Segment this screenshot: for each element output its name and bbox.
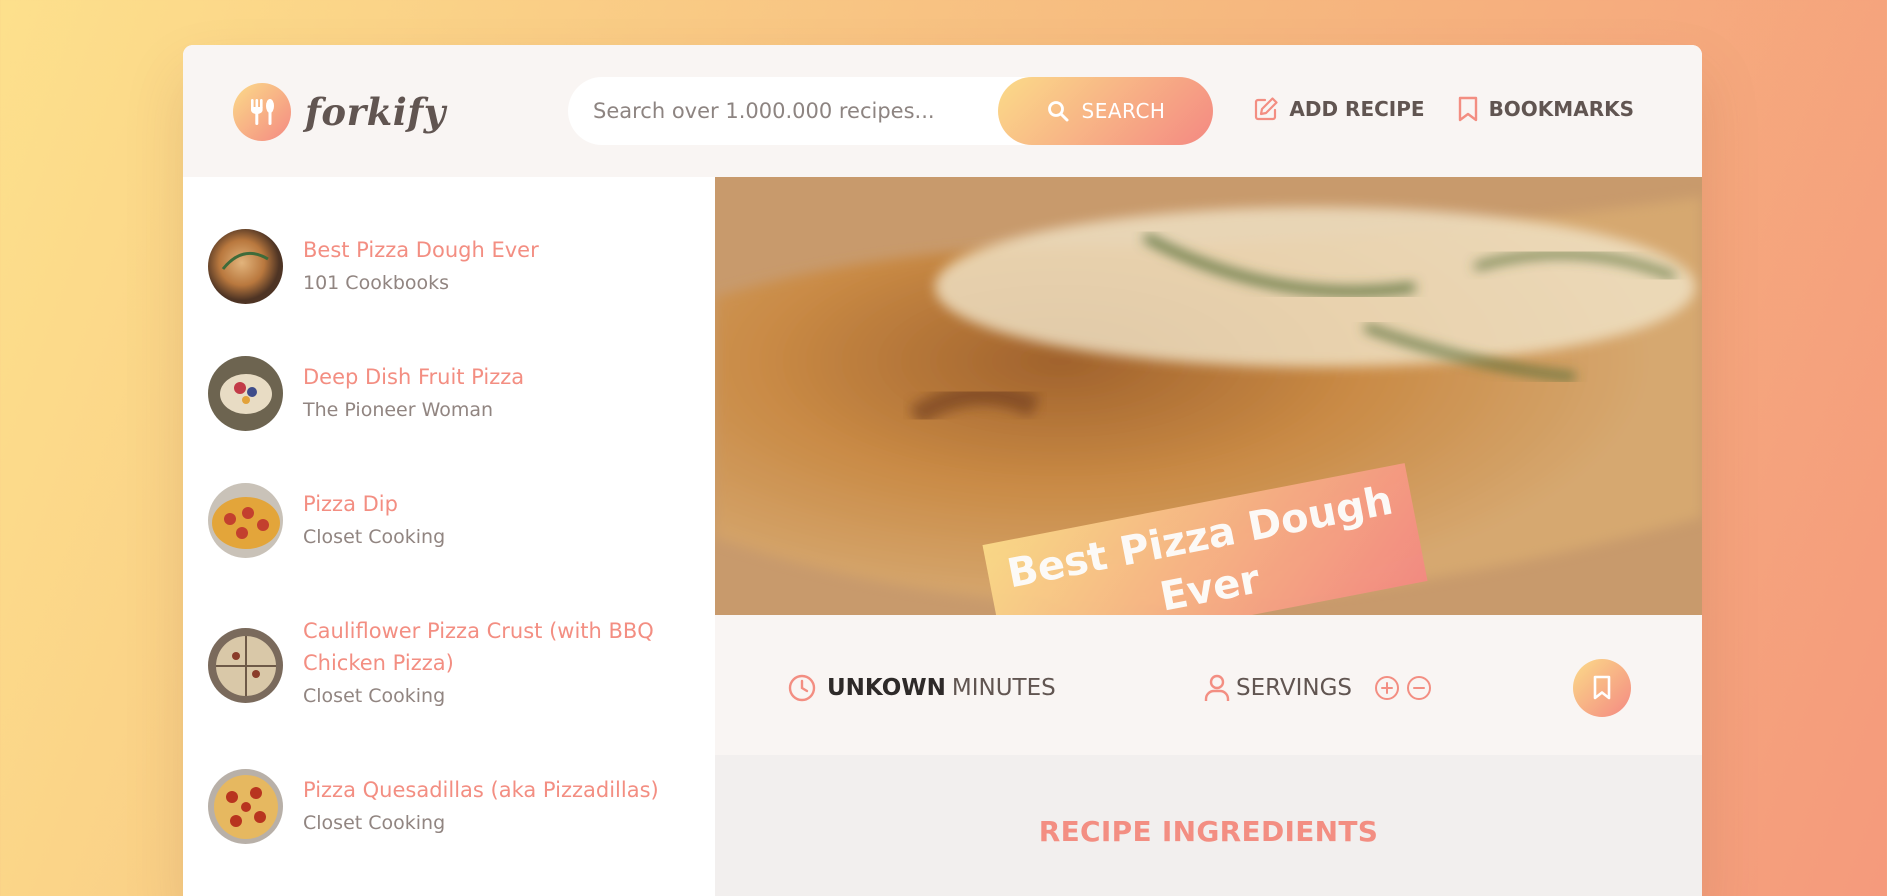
fork-knife-icon bbox=[233, 83, 291, 141]
plus-circle-icon[interactable] bbox=[1374, 675, 1400, 701]
recipe-thumbnail bbox=[208, 229, 283, 304]
add-recipe-label: ADD RECIPE bbox=[1289, 97, 1425, 121]
ingredients-heading: RECIPE INGREDIENTS bbox=[1038, 815, 1379, 848]
search-results: Best Pizza Dough Ever 101 Cookbooks Deep… bbox=[183, 177, 715, 896]
result-publisher: Closet Cooking bbox=[303, 812, 446, 834]
search-button-label: SEARCH bbox=[1081, 99, 1166, 123]
list-item[interactable]: Pizza Quesadillas (aka Pizzadillas) Clos… bbox=[208, 769, 663, 844]
cooking-time: UNKOWN MINUTES bbox=[787, 673, 1056, 703]
search-bar: SEARCH bbox=[568, 77, 1213, 145]
list-item[interactable]: Best Pizza Dough Ever 101 Cookbooks bbox=[208, 229, 663, 304]
result-publisher: The Pioneer Woman bbox=[303, 399, 494, 421]
search-icon bbox=[1047, 101, 1069, 122]
list-item[interactable]: Pizza Dip Closet Cooking bbox=[208, 483, 663, 558]
recipe-view: Best Pizza Dough Ever UNKOWN MINUTES SER… bbox=[715, 177, 1702, 896]
logo[interactable]: forkify bbox=[233, 83, 446, 141]
result-title: Best Pizza Dough Ever bbox=[303, 238, 539, 262]
recipe-thumbnail bbox=[208, 356, 283, 431]
result-title: Deep Dish Fruit Pizza bbox=[303, 365, 525, 389]
result-publisher: Closet Cooking bbox=[303, 685, 446, 707]
clock-icon bbox=[788, 674, 816, 702]
cooking-time-unit: MINUTES bbox=[951, 675, 1056, 701]
minus-circle-icon[interactable] bbox=[1406, 675, 1432, 701]
user-icon bbox=[1204, 674, 1230, 701]
ingredients-section: RECIPE INGREDIENTS bbox=[715, 755, 1702, 896]
recipe-details: UNKOWN MINUTES SERVINGS bbox=[715, 615, 1702, 755]
bookmarks-label: BOOKMARKS bbox=[1488, 97, 1634, 121]
bookmarks-button[interactable]: BOOKMARKS bbox=[1457, 95, 1634, 123]
edit-icon bbox=[1255, 97, 1279, 121]
result-publisher: 101 Cookbooks bbox=[303, 272, 450, 294]
bookmark-icon bbox=[1593, 675, 1611, 700]
result-title: Pizza Quesadillas (aka Pizzadillas) bbox=[303, 778, 659, 802]
servings-label: SERVINGS bbox=[1236, 675, 1352, 701]
recipe-thumbnail bbox=[208, 483, 283, 558]
nav: ADD RECIPE BOOKMARKS bbox=[1221, 95, 1634, 123]
header: forkify SEARCH ADD RECIPE bbox=[183, 45, 1702, 177]
recipe-thumbnail bbox=[208, 628, 283, 703]
list-item[interactable]: Cauliflower Pizza Crust (with BBQ Chicke… bbox=[208, 610, 663, 707]
result-title: Pizza Dip bbox=[303, 492, 398, 516]
search-input[interactable] bbox=[568, 77, 998, 145]
servings: SERVINGS bbox=[1204, 673, 1432, 703]
add-recipe-button[interactable]: ADD RECIPE bbox=[1253, 96, 1425, 122]
recipe-image: Best Pizza Dough Ever bbox=[715, 177, 1702, 615]
result-publisher: Closet Cooking bbox=[303, 526, 446, 548]
result-title: Cauliflower Pizza Crust (with BBQ Chicke… bbox=[303, 619, 654, 675]
logo-text: forkify bbox=[305, 90, 446, 134]
cooking-time-value: UNKOWN bbox=[827, 675, 946, 701]
app-container: forkify SEARCH ADD RECIPE bbox=[183, 45, 1702, 896]
recipe-thumbnail bbox=[208, 769, 283, 844]
bookmark-icon bbox=[1458, 96, 1477, 122]
bookmark-button[interactable] bbox=[1573, 659, 1631, 717]
list-item[interactable]: Deep Dish Fruit Pizza The Pioneer Woman bbox=[208, 356, 663, 431]
search-button[interactable]: SEARCH bbox=[998, 77, 1213, 145]
